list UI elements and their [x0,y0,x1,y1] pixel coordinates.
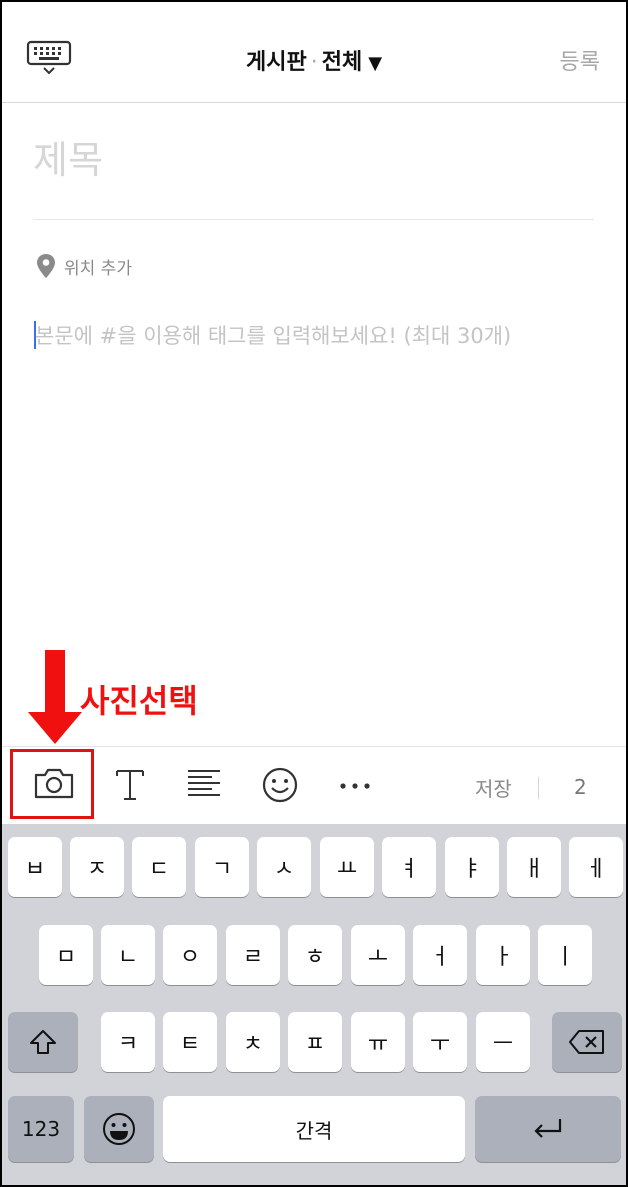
more-icon[interactable] [338,777,372,796]
key-p[interactable]: ㅍ [288,1012,342,1072]
numbers-key[interactable]: 123 [8,1096,74,1162]
key-eo[interactable]: ㅓ [413,925,467,985]
title-divider [33,219,594,220]
key-ng[interactable]: ㅇ [163,925,217,985]
category-label: 전체 [321,50,363,75]
editor-toolbar: 저장 2 [2,746,626,825]
key-d[interactable]: ㄷ [132,837,186,897]
korean-keyboard: ㅂ ㅈ ㄷ ㄱ ㅅ ㅛ ㅕ ㅑ ㅐ ㅔ ㅁ ㄴ ㅇ ㄹ ㅎ ㅗ ㅓ ㅏ ㅣ ㅋ … [2,824,626,1185]
key-h[interactable]: ㅎ [288,925,342,985]
emoji-keyboard-icon [103,1113,135,1145]
toolbar-divider [538,777,539,799]
text-cursor [34,321,36,349]
key-n[interactable]: ㄴ [101,925,155,985]
backspace-key[interactable] [552,1012,622,1072]
draft-count: 2 [574,775,587,799]
title-input[interactable] [33,130,593,190]
annotation-label: 사진선택 [80,682,198,720]
return-icon [534,1119,562,1138]
board-category-selector[interactable]: 게시판 · 전체 ▼ [2,44,626,76]
submit-button[interactable]: 등록 [560,44,600,76]
dropdown-caret-icon: ▼ [368,53,383,74]
camera-highlight-box [10,749,94,819]
key-ch[interactable]: ㅊ [226,1012,280,1072]
key-r[interactable]: ㄹ [226,925,280,985]
key-yeo[interactable]: ㅕ [382,837,436,897]
annotation-arrow [45,650,65,714]
key-m[interactable]: ㅁ [39,925,93,985]
save-button[interactable]: 저장 [475,773,512,802]
key-g[interactable]: ㄱ [195,837,249,897]
key-u[interactable]: ㅜ [413,1012,467,1072]
key-k[interactable]: ㅋ [101,1012,155,1072]
key-ae[interactable]: ㅐ [507,837,561,897]
emoji-keyboard-key[interactable] [84,1096,154,1162]
annotation-arrow-head [28,712,82,744]
backspace-icon [569,1030,604,1054]
location-label: 위치 추가 [64,258,132,279]
add-location-button[interactable]: 위치 추가 [36,253,132,279]
location-pin-icon [37,254,55,278]
board-label: 게시판 [245,50,307,75]
title-separator: · [310,50,318,75]
key-e[interactable]: ㅔ [569,837,623,897]
top-bar: 게시판 · 전체 ▼ 등록 [2,2,626,103]
key-o[interactable]: ㅗ [351,925,405,985]
shift-icon [30,1030,56,1054]
key-s[interactable]: ㅅ [257,837,311,897]
key-yu[interactable]: ㅠ [351,1012,405,1072]
key-i[interactable]: ㅣ [538,925,592,985]
align-icon[interactable] [186,765,222,809]
key-a[interactable]: ㅏ [476,925,530,985]
key-ya[interactable]: ㅑ [445,837,499,897]
return-key[interactable] [475,1096,621,1162]
key-b[interactable]: ㅂ [8,837,62,897]
key-j[interactable]: ㅈ [70,837,124,897]
emoji-icon[interactable] [260,765,300,809]
key-eu[interactable]: ㅡ [476,1012,530,1072]
key-t[interactable]: ㅌ [163,1012,217,1072]
body-input[interactable] [35,320,615,620]
text-style-icon[interactable] [112,765,148,809]
shift-key[interactable] [8,1012,78,1072]
space-key[interactable]: 간격 [163,1096,465,1162]
key-yo[interactable]: ㅛ [320,837,374,897]
